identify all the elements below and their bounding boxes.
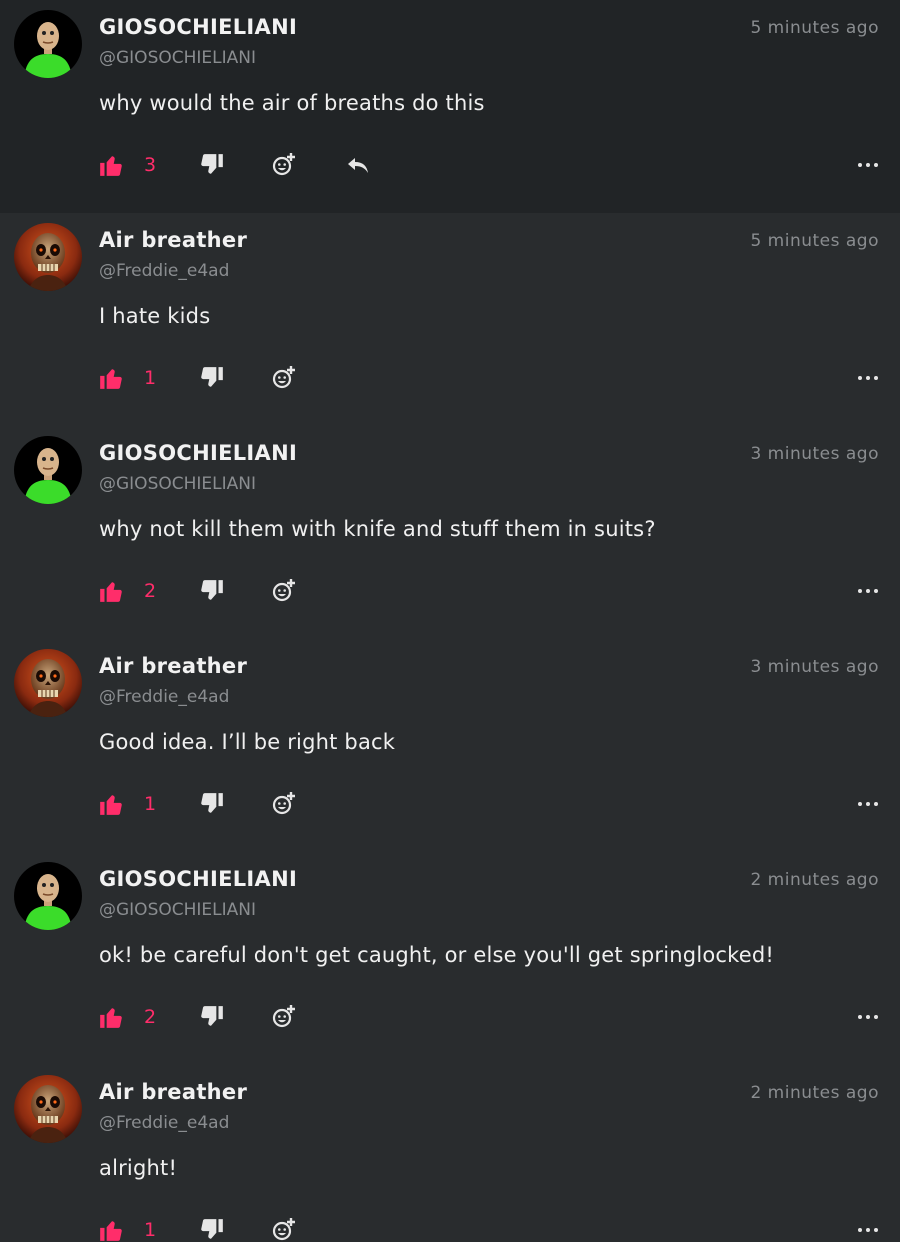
add-reaction-icon[interactable]: [271, 1217, 297, 1242]
comment-handle[interactable]: @Freddie_e4ad: [99, 1113, 229, 1133]
comment-text: why not kill them with knife and stuff t…: [99, 517, 656, 541]
comment-timestamp: 5 minutes ago: [750, 231, 879, 251]
like-count: 2: [144, 580, 157, 602]
comment-author[interactable]: GIOSOCHIELIANI: [99, 15, 297, 39]
comment-timestamp: 2 minutes ago: [750, 870, 879, 890]
more-options-icon[interactable]: [855, 1004, 881, 1030]
comment-actions: 1: [0, 356, 900, 402]
comment-author[interactable]: Air breather: [99, 228, 247, 252]
avatar[interactable]: [14, 1075, 82, 1143]
comment-text: why would the air of breaths do this: [99, 91, 485, 115]
comment-handle[interactable]: @GIOSOCHIELIANI: [99, 474, 256, 494]
comment-handle[interactable]: @GIOSOCHIELIANI: [99, 48, 256, 68]
comment-text: ok! be careful don't get caught, or else…: [99, 943, 775, 967]
comment-item: Air breather @Freddie_e4ad 2 minutes ago al…: [0, 1065, 900, 1242]
comment-author[interactable]: GIOSOCHIELIANI: [99, 867, 297, 891]
add-reaction-icon[interactable]: [271, 1004, 297, 1030]
comment-author[interactable]: Air breather: [99, 654, 247, 678]
add-reaction-icon[interactable]: [271, 791, 297, 817]
comment-item: GIOSOCHIELIANI @GIOSOCHIELIANI 2 minutes a…: [0, 852, 900, 1065]
thumbs-down-icon[interactable]: [199, 1217, 225, 1242]
avatar[interactable]: [14, 10, 82, 78]
like-count: 1: [144, 367, 157, 389]
thumbs-up-icon[interactable]: [98, 1217, 124, 1242]
comment-feed: GIOSOCHIELIANI @GIOSOCHIELIANI 5 minutes a…: [0, 0, 900, 1242]
more-options-icon[interactable]: [855, 365, 881, 391]
like-count: 2: [144, 1006, 157, 1028]
comment-text: I hate kids: [99, 304, 211, 328]
comment-handle[interactable]: @GIOSOCHIELIANI: [99, 900, 256, 920]
comment-author[interactable]: Air breather: [99, 1080, 247, 1104]
thumbs-up-icon[interactable]: [98, 152, 124, 178]
more-options-icon[interactable]: [855, 152, 881, 178]
avatar[interactable]: [14, 649, 82, 717]
thumbs-down-icon[interactable]: [199, 152, 225, 178]
thumbs-up-icon[interactable]: [98, 365, 124, 391]
comment-timestamp: 3 minutes ago: [750, 444, 879, 464]
comment-actions: 3: [0, 143, 900, 189]
thumbs-up-icon[interactable]: [98, 791, 124, 817]
thumbs-down-icon[interactable]: [199, 1004, 225, 1030]
comment-actions: 1: [0, 1208, 900, 1242]
comment-author[interactable]: GIOSOCHIELIANI: [99, 441, 297, 465]
thumbs-down-icon[interactable]: [199, 365, 225, 391]
comment-actions: 2: [0, 995, 900, 1041]
comment-actions: 2: [0, 569, 900, 615]
avatar[interactable]: [14, 223, 82, 291]
thumbs-down-icon[interactable]: [199, 578, 225, 604]
thumbs-up-icon[interactable]: [98, 578, 124, 604]
comment-item: Air breather @Freddie_e4ad 5 minutes ago I …: [0, 213, 900, 426]
comment-timestamp: 3 minutes ago: [750, 657, 879, 677]
reply-icon[interactable]: [345, 152, 371, 178]
avatar[interactable]: [14, 862, 82, 930]
like-count: 1: [144, 793, 157, 815]
more-options-icon[interactable]: [855, 578, 881, 604]
thumbs-down-icon[interactable]: [199, 791, 225, 817]
comment-handle[interactable]: @Freddie_e4ad: [99, 687, 229, 707]
add-reaction-icon[interactable]: [271, 365, 297, 391]
comment-text: alright!: [99, 1156, 178, 1180]
more-options-icon[interactable]: [855, 791, 881, 817]
comment-timestamp: 2 minutes ago: [750, 1083, 879, 1103]
like-count: 3: [144, 154, 157, 176]
add-reaction-icon[interactable]: [271, 152, 297, 178]
avatar[interactable]: [14, 436, 82, 504]
comment-item: GIOSOCHIELIANI @GIOSOCHIELIANI 5 minutes a…: [0, 0, 900, 213]
add-reaction-icon[interactable]: [271, 578, 297, 604]
comment-text: Good idea. I’ll be right back: [99, 730, 396, 754]
comment-item: Air breather @Freddie_e4ad 3 minutes ago Go…: [0, 639, 900, 852]
thumbs-up-icon[interactable]: [98, 1004, 124, 1030]
comment-item: GIOSOCHIELIANI @GIOSOCHIELIANI 3 minutes a…: [0, 426, 900, 639]
comment-handle[interactable]: @Freddie_e4ad: [99, 261, 229, 281]
more-options-icon[interactable]: [855, 1217, 881, 1242]
like-count: 1: [144, 1219, 157, 1241]
comment-actions: 1: [0, 782, 900, 828]
comment-timestamp: 5 minutes ago: [750, 18, 879, 38]
